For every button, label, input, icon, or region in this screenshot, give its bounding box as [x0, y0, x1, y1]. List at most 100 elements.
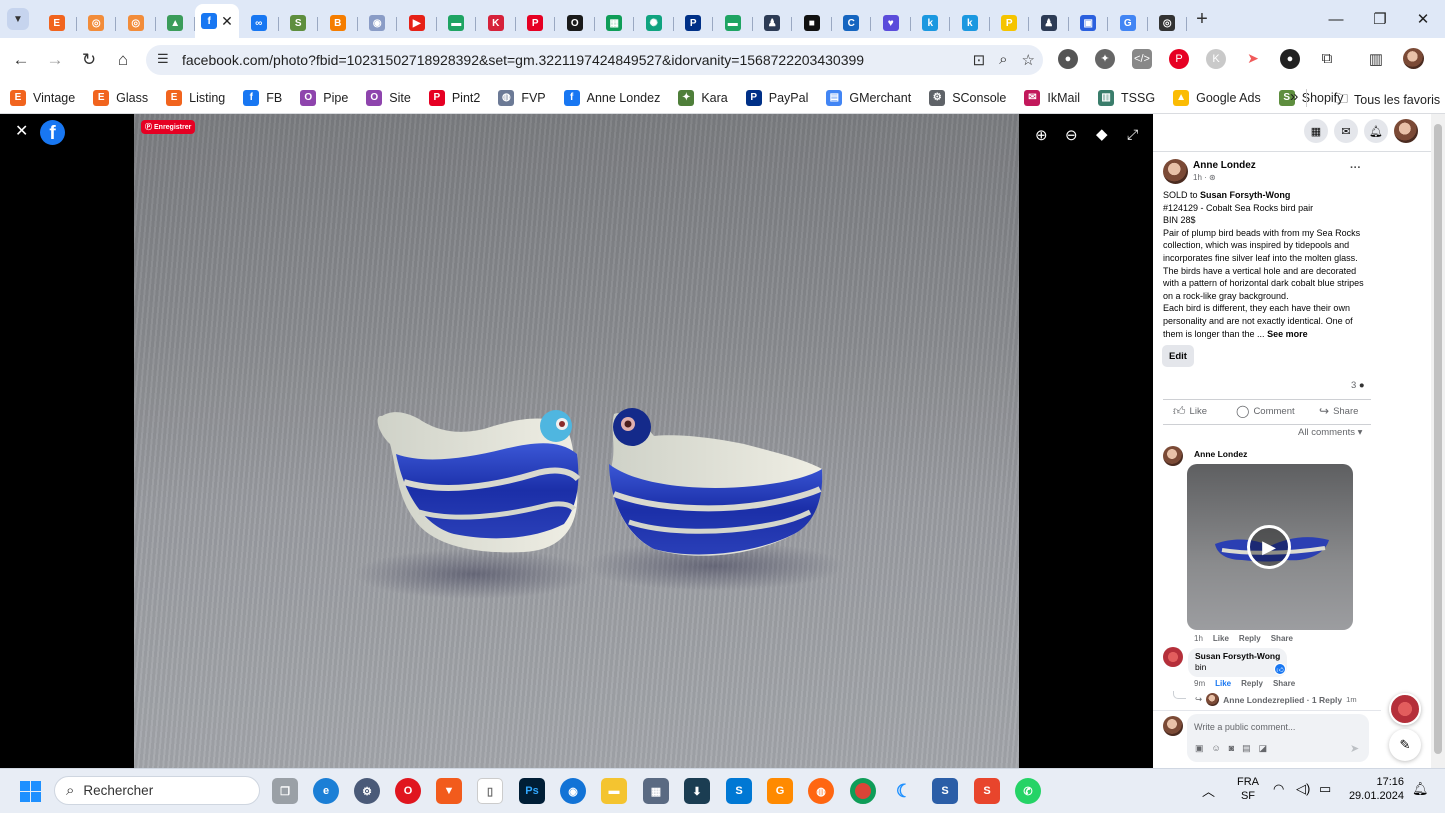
- vpn-icon[interactable]: ◉: [560, 778, 586, 804]
- comment-button[interactable]: ◯ Comment: [1236, 404, 1295, 418]
- comment-share-button[interactable]: Share: [1273, 679, 1295, 688]
- comment-composer[interactable]: Write a public comment... ▣ ☺ ◙ ▤ ◪ ➤: [1187, 714, 1369, 762]
- like-reaction-icon[interactable]: 👍︎: [1274, 663, 1286, 675]
- browser-tab[interactable]: k: [950, 8, 990, 38]
- extension-icon[interactable]: ✦: [1095, 48, 1115, 69]
- browser-tab[interactable]: ■: [792, 8, 832, 38]
- whatsapp-icon[interactable]: ✆: [1015, 778, 1041, 804]
- skype-icon[interactable]: S: [726, 778, 752, 804]
- edit-button[interactable]: Edit: [1162, 345, 1194, 367]
- view-replies-link[interactable]: ↪ Anne Londez replied · 1 Reply 1m: [1195, 693, 1357, 706]
- browser-tab[interactable]: K: [476, 8, 516, 38]
- settings-gear-icon[interactable]: ⚙: [354, 778, 380, 804]
- camera-icon[interactable]: ◙: [1229, 743, 1234, 754]
- browser-tab[interactable]: ♟: [1029, 8, 1069, 38]
- notifications-bell-icon[interactable]: 🔔︎: [1364, 119, 1388, 143]
- browser-tab[interactable]: ♥: [871, 8, 911, 38]
- bookmark-item[interactable]: P Pint2: [428, 89, 480, 106]
- browser-tab[interactable]: ✺: [634, 8, 674, 38]
- browser-tab[interactable]: ▣: [1069, 8, 1109, 38]
- browser-tab[interactable]: ▶: [397, 8, 437, 38]
- bookmark-item[interactable]: E Glass: [93, 89, 148, 106]
- browser-tab[interactable]: S: [279, 8, 319, 38]
- bookmark-item[interactable]: ✉ IkMail: [1024, 89, 1080, 106]
- commenter-avatar[interactable]: [1163, 647, 1183, 667]
- new-tab-button[interactable]: +: [1187, 8, 1217, 31]
- firefox-icon[interactable]: ◍: [808, 778, 834, 804]
- comment-count[interactable]: 3 ●: [1351, 380, 1365, 391]
- browser-tab[interactable]: G: [1108, 8, 1148, 38]
- scrollbar-thumb[interactable]: [1434, 124, 1442, 754]
- minimize-button[interactable]: —: [1314, 0, 1358, 38]
- account-avatar[interactable]: [1394, 119, 1418, 143]
- chrome-icon[interactable]: [850, 778, 876, 804]
- extension-icon[interactable]: ➤: [1243, 48, 1263, 69]
- browser-tab[interactable]: f ✕: [195, 4, 239, 38]
- notepad-icon[interactable]: ▯: [477, 778, 503, 804]
- browser-tab[interactable]: E: [37, 8, 77, 38]
- comment-input[interactable]: Write a public comment...: [1194, 722, 1295, 732]
- bookmark-item[interactable]: ▲ Google Ads: [1173, 89, 1261, 106]
- bookmark-item[interactable]: E Listing: [166, 89, 225, 106]
- site-info-icon[interactable]: ☰: [157, 51, 169, 67]
- browser-tab[interactable]: ▬: [713, 8, 753, 38]
- comment-video[interactable]: ▶: [1187, 464, 1353, 630]
- bookmark-item[interactable]: ▤ GMerchant: [826, 89, 911, 106]
- browser-tab[interactable]: ▦: [595, 8, 635, 38]
- gif-icon[interactable]: ▤: [1242, 743, 1251, 754]
- browser-tab[interactable]: ▲: [156, 8, 196, 38]
- browser-tab[interactable]: B: [318, 8, 358, 38]
- app-icon[interactable]: ☾: [891, 778, 917, 804]
- browser-tab[interactable]: P: [516, 8, 556, 38]
- app-icon[interactable]: S: [974, 778, 1000, 804]
- pinterest-icon[interactable]: P: [1169, 48, 1189, 69]
- like-button[interactable]: 👍︎ Like: [1173, 404, 1207, 419]
- battery-icon[interactable]: ▭: [1319, 781, 1331, 797]
- extension-icon[interactable]: ●: [1058, 48, 1078, 69]
- more-bookmarks-button[interactable]: »: [1290, 88, 1298, 105]
- avatar-sticker-icon[interactable]: ▣: [1195, 743, 1204, 754]
- window-close-button[interactable]: ✕: [1401, 0, 1445, 38]
- url-text[interactable]: facebook.com/photo?fbid=1023150271892839…: [182, 52, 864, 68]
- app-icon[interactable]: G: [767, 778, 793, 804]
- notification-bell-icon[interactable]: 🔔︎: [1412, 781, 1429, 797]
- edge-icon[interactable]: e: [313, 778, 339, 804]
- extensions-puzzle-icon[interactable]: ⧉: [1317, 48, 1337, 69]
- author-avatar[interactable]: [1163, 159, 1188, 184]
- zoom-out-icon[interactable]: ⊖: [1065, 126, 1078, 144]
- comment-like-button[interactable]: Like: [1213, 634, 1229, 643]
- browser-tab[interactable]: P: [674, 8, 714, 38]
- browser-tab[interactable]: ♟: [753, 8, 793, 38]
- see-more-link[interactable]: See more: [1267, 329, 1308, 339]
- browser-tab[interactable]: k: [911, 8, 951, 38]
- app-icon[interactable]: S: [932, 778, 958, 804]
- emoji-icon[interactable]: ☺: [1212, 743, 1221, 754]
- browser-tab[interactable]: ◎: [77, 8, 117, 38]
- fullscreen-icon[interactable]: ⤢: [1127, 126, 1138, 143]
- chat-head-avatar[interactable]: [1389, 693, 1421, 725]
- side-panel-icon[interactable]: ▥: [1366, 48, 1386, 69]
- maximize-button[interactable]: ❐: [1358, 0, 1402, 38]
- extension-icon[interactable]: ●: [1280, 48, 1300, 69]
- bookmark-item[interactable]: ▥ TSSG: [1098, 89, 1155, 106]
- all-bookmarks-folder[interactable]: 🗀 Tous les favoris: [1334, 88, 1440, 112]
- bookmark-item[interactable]: O Site: [366, 89, 411, 106]
- share-button[interactable]: ↪ Share: [1319, 404, 1358, 418]
- browser-tab[interactable]: ▬: [437, 8, 477, 38]
- browser-tab[interactable]: ◎: [1148, 8, 1188, 38]
- page-scrollbar[interactable]: [1431, 114, 1445, 768]
- home-button[interactable]: ⌂: [106, 43, 140, 77]
- bookmark-item[interactable]: ◍ FVP: [498, 89, 546, 106]
- extension-icon[interactable]: K: [1206, 48, 1226, 69]
- install-app-icon[interactable]: ⊡: [973, 51, 986, 69]
- task-view-icon[interactable]: ❐: [272, 778, 298, 804]
- app-icon[interactable]: ⬇: [684, 778, 710, 804]
- file-explorer-icon[interactable]: ▬: [601, 778, 627, 804]
- my-avatar[interactable]: [1163, 716, 1183, 736]
- comment-reply-button[interactable]: Reply: [1239, 634, 1261, 643]
- comment-share-button[interactable]: Share: [1271, 634, 1293, 643]
- messenger-icon[interactable]: ✉: [1334, 119, 1358, 143]
- forward-button[interactable]: →: [38, 43, 72, 77]
- bookmark-item[interactable]: ⚙ SConsole: [929, 89, 1006, 106]
- clock[interactable]: 17:16 29.01.2024: [1348, 775, 1404, 803]
